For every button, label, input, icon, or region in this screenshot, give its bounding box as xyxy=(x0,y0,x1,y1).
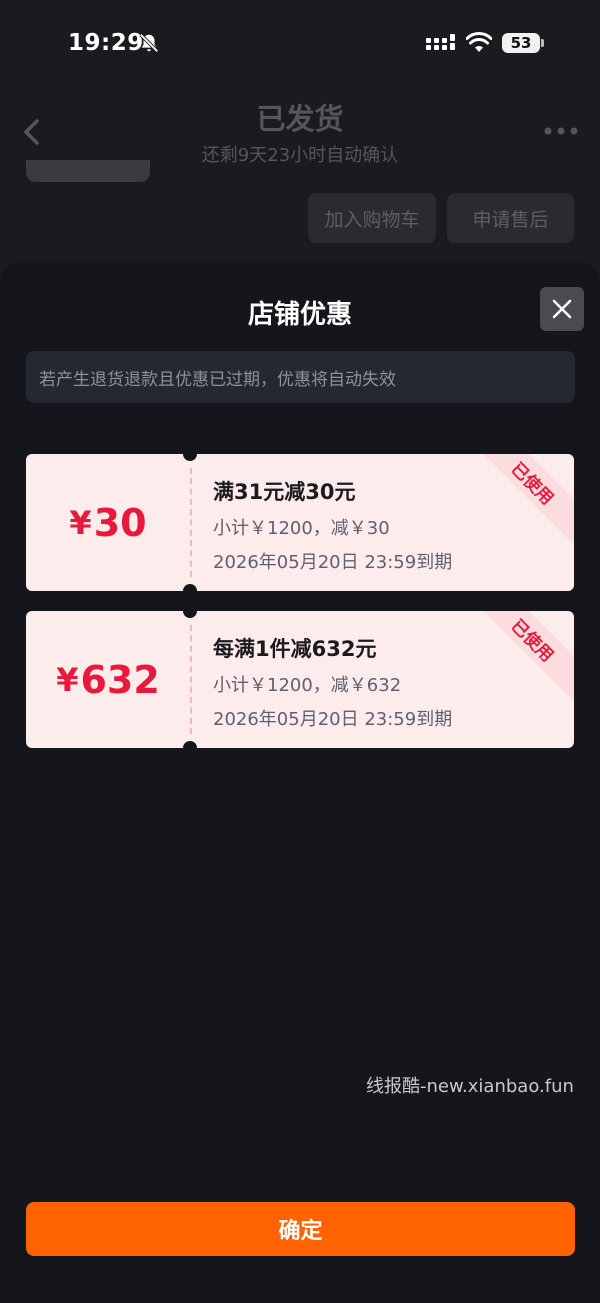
coupon-expiry: 2026年05月20日 23:59到期 xyxy=(213,552,453,573)
signal-icon xyxy=(426,34,455,50)
currency-symbol: ¥ xyxy=(56,660,79,699)
watermark-text: 线报酷-new.xianbao.fun xyxy=(366,1076,574,1097)
more-icon[interactable] xyxy=(544,126,578,136)
confirm-button[interactable]: 确定 xyxy=(26,1202,575,1256)
add-to-cart-button[interactable]: 加入购物车 xyxy=(308,193,436,243)
coupon-subtotal: 小计￥1200，减￥30 xyxy=(213,518,390,539)
coupon-notch xyxy=(183,741,197,748)
coupon-title: 满31元减30元 xyxy=(213,480,356,504)
bell-muted-icon xyxy=(139,33,159,53)
expiry-notice: 若产生退货退款且优惠已过期，优惠将自动失效 xyxy=(26,351,575,403)
close-icon xyxy=(552,299,572,319)
product-thumbnail xyxy=(26,160,150,182)
coupon-card: ¥ 632 每满1件减632元 小计￥1200，减￥632 2026年05月20… xyxy=(26,611,574,748)
wifi-icon xyxy=(466,32,492,52)
coupon-divider xyxy=(190,625,192,734)
status-bar: 19:29 53 xyxy=(0,0,600,88)
page: 19:29 53 已发货 还剩9天23小时自动确认 加入购物车 申请售后 店铺优… xyxy=(0,0,600,1303)
after-sales-button[interactable]: 申请售后 xyxy=(447,193,574,243)
battery-cap xyxy=(541,39,544,47)
coupon-amount: ¥ 30 xyxy=(26,454,190,591)
store-discount-sheet: 店铺优惠 若产生退货退款且优惠已过期，优惠将自动失效 ¥ 30 满31元减30元… xyxy=(0,262,600,1303)
discount-value: 632 xyxy=(80,657,160,702)
status-time: 19:29 xyxy=(68,30,144,56)
battery-icon: 53 xyxy=(502,33,540,53)
sheet-title: 店铺优惠 xyxy=(247,300,352,330)
used-badge: 已使用 xyxy=(473,454,574,543)
coupon-expiry: 2026年05月20日 23:59到期 xyxy=(213,709,453,730)
currency-symbol: ¥ xyxy=(69,503,92,542)
coupon-subtotal: 小计￥1200，减￥632 xyxy=(213,675,402,696)
coupon-card: ¥ 30 满31元减30元 小计￥1200，减￥30 2026年05月20日 2… xyxy=(26,454,574,591)
used-badge: 已使用 xyxy=(473,611,574,700)
discount-value: 30 xyxy=(93,500,147,545)
coupon-notch xyxy=(183,584,197,591)
order-detail-background: 19:29 53 已发货 还剩9天23小时自动确认 加入购物车 申请售后 xyxy=(0,0,600,300)
order-status-title: 已发货 xyxy=(256,102,344,136)
coupon-title: 每满1件减632元 xyxy=(213,637,377,661)
coupon-amount: ¥ 632 xyxy=(26,611,190,748)
coupon-divider xyxy=(190,468,192,577)
close-button[interactable] xyxy=(540,287,584,331)
